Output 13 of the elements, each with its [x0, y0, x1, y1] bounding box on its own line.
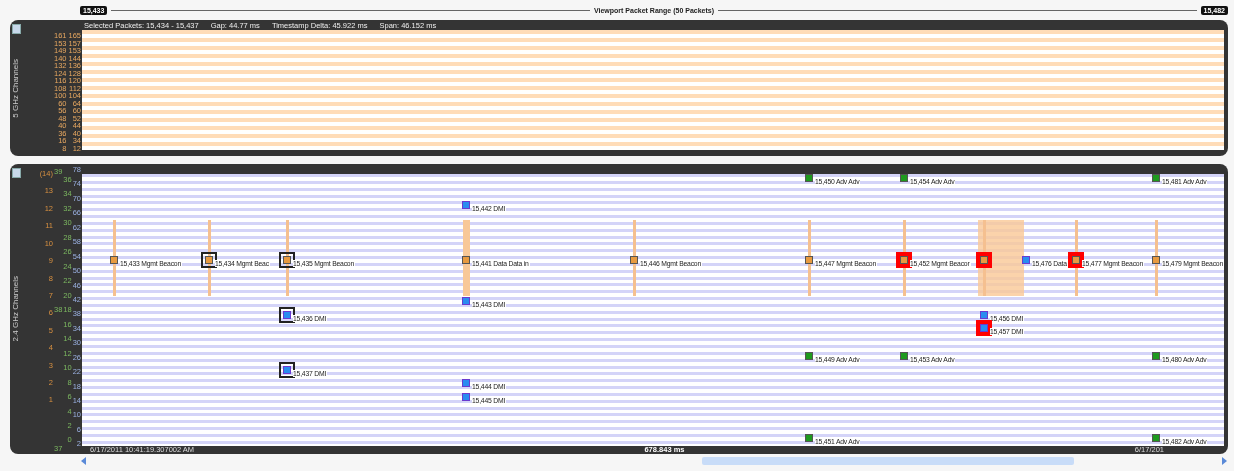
packet-marker[interactable] [279, 306, 295, 323]
scroll-left-icon[interactable] [80, 457, 88, 465]
packet-marker[interactable] [201, 252, 217, 269]
scrollbar-thumb[interactable] [702, 457, 1074, 465]
panel-title: 2.4 GHz Channels [11, 276, 20, 342]
packet-marker[interactable] [976, 252, 992, 269]
packet-marker[interactable] [1068, 252, 1084, 269]
scroll-right-icon[interactable] [1220, 457, 1228, 465]
packet-marker[interactable] [976, 320, 992, 337]
packet-marker[interactable] [896, 252, 912, 269]
packet-marker[interactable] [279, 252, 295, 269]
packet-marker[interactable] [279, 361, 295, 378]
panel-title: 5 GHz Channels [11, 58, 20, 118]
